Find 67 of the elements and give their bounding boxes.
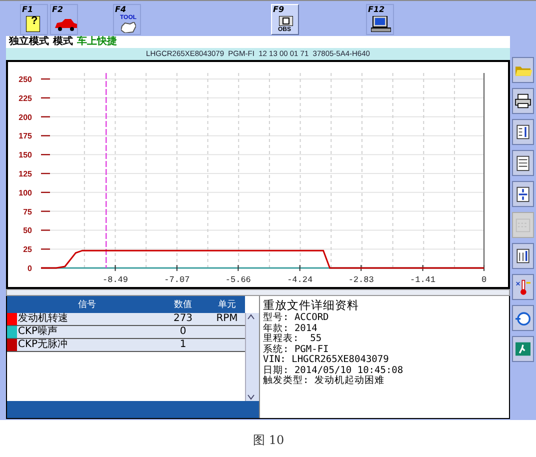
axis-label: 250 — [18, 75, 32, 84]
table-cell-text: CKP无脉冲 — [17, 339, 69, 351]
tick-mark — [41, 210, 50, 212]
axis-label: 75 — [23, 207, 32, 216]
help-icon — [26, 16, 40, 32]
axis-label: 200 — [18, 112, 32, 122]
axis-label: 0 — [28, 264, 32, 273]
tick-mark — [41, 172, 50, 174]
scroll-down-icon[interactable] — [246, 393, 256, 401]
tick-mark — [41, 154, 50, 156]
tick-mark — [41, 97, 50, 98]
tool-button[interactable] — [512, 150, 534, 176]
tick-mark — [41, 116, 50, 118]
scanner-icon — [279, 16, 293, 26]
axis-label: 25 — [23, 245, 32, 254]
table-cell-text: CKP噪声 — [17, 326, 59, 338]
column-header: 数值 — [173, 298, 193, 311]
tick-mark — [41, 78, 50, 80]
table-cell-text: 1 — [178, 339, 188, 351]
tick-mark — [41, 230, 50, 231]
axis-label: 125 — [18, 170, 32, 178]
detail-line: 里程表: 55 — [263, 334, 323, 344]
table-cell-text: RPM — [215, 313, 239, 325]
axis-label: -2.83 — [348, 275, 374, 285]
function-key-button[interactable]: F2 — [50, 4, 78, 35]
mode-label: 独立模式 — [9, 36, 49, 48]
axis-label: -7.07 — [164, 275, 190, 285]
function-key-button[interactable]: F12 — [366, 4, 394, 35]
axis-label: -5.66 — [225, 275, 251, 285]
scroll-up-icon[interactable] — [246, 313, 256, 321]
figure-caption: 图 10 — [253, 433, 284, 447]
tick-mark — [41, 135, 50, 136]
column-header: 单元 — [217, 298, 237, 311]
panel-title: 重放文件详细资料 — [263, 298, 360, 312]
axis-label: 50 — [23, 226, 32, 236]
tool-button[interactable] — [512, 181, 534, 207]
table-cell-text: 0 — [178, 326, 188, 338]
detail-line: 年款: 2014 — [263, 324, 318, 334]
icon-label: ? — [31, 18, 38, 25]
scrollbar[interactable] — [6, 289, 510, 296]
axis-label: 225 — [18, 94, 32, 103]
detail-line: 系统: PGM-FI — [263, 344, 330, 355]
tool-button[interactable] — [512, 119, 534, 145]
mode-label: 模式 — [53, 36, 73, 48]
column-header: 信号 — [77, 298, 97, 311]
axis-label: 150 — [18, 150, 32, 160]
axis-label: 100 — [18, 188, 32, 198]
axis-label: 175 — [18, 132, 32, 141]
detail-line: 日期: 2014/05/10 10:45:08 — [263, 366, 404, 376]
detail-line: 型号: ACCORD — [263, 313, 330, 324]
axis-label: -8.49 — [102, 275, 128, 285]
mode-label: 车上快捷 — [77, 36, 117, 48]
detail-line: VIN: LHGCR265XE8043079 — [263, 355, 390, 365]
axis-label: -4.24 — [287, 275, 313, 285]
axis-label: 0 — [481, 275, 487, 285]
table-cell-text: 273 — [172, 313, 194, 325]
car-icon — [55, 19, 77, 31]
tick-mark — [41, 192, 50, 193]
table-cell-text: 发动机转速 — [17, 313, 69, 325]
axis-label: -1.41 — [410, 275, 436, 285]
tick-mark — [41, 248, 50, 250]
detail-line: 触发类型: 发动机起动困难 — [263, 376, 386, 386]
tool-button[interactable] — [512, 88, 534, 114]
computer-icon — [371, 16, 391, 32]
scrollbar[interactable] — [245, 313, 259, 401]
function-key-button[interactable]: F1 ? — [20, 4, 48, 35]
tool-button[interactable] — [512, 243, 534, 269]
